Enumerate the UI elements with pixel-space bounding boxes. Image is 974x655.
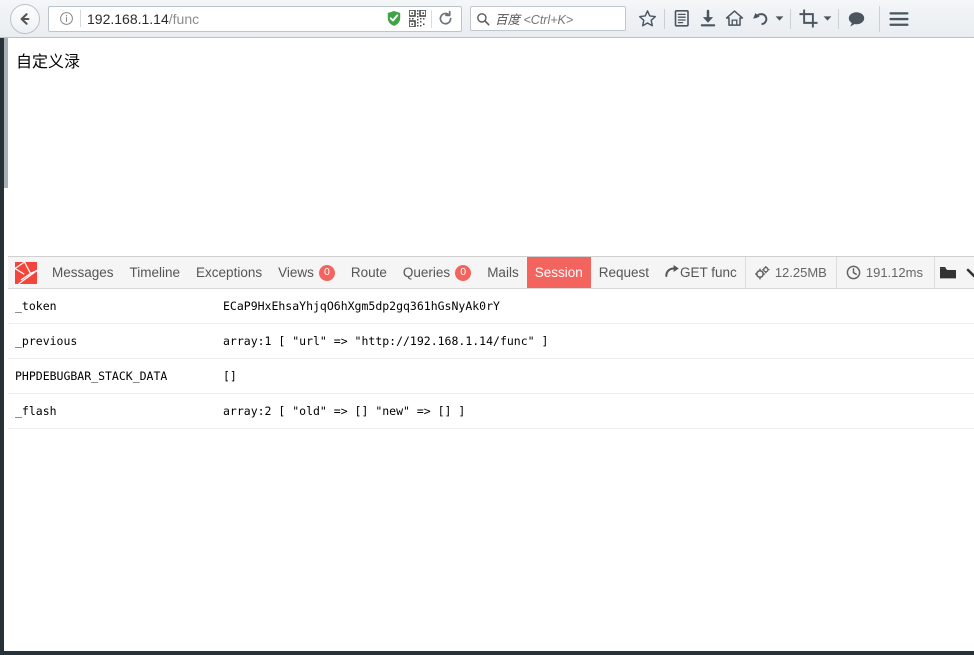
url-host: 192.168.1.14	[87, 11, 169, 27]
page-heading: 自定义渌	[16, 48, 80, 72]
back-button[interactable]	[10, 4, 40, 34]
session-value: array:1 [ "url" => "http://192.168.1.14/…	[223, 324, 974, 348]
screenshot-button[interactable]	[795, 5, 821, 33]
clock-icon	[846, 265, 861, 280]
tab-label: Queries	[403, 265, 450, 280]
tab-label: Mails	[487, 265, 519, 280]
home-button[interactable]	[721, 5, 747, 33]
queries-count-badge: 0	[455, 265, 471, 281]
tab-label: Exceptions	[196, 265, 262, 280]
table-row: PHPDEBUGBAR_STACK_DATA []	[8, 359, 974, 394]
debugbar-tab-timeline[interactable]: Timeline	[122, 257, 189, 288]
session-key: _previous	[8, 324, 223, 348]
open-dataset-folder-button[interactable]	[934, 257, 961, 288]
duration-value: 191.12ms	[866, 265, 923, 280]
search-icon	[476, 12, 490, 26]
url-bar-icons	[386, 10, 457, 28]
session-key: PHPDEBUGBAR_STACK_DATA	[8, 359, 223, 383]
undo-arrow-icon	[751, 9, 770, 28]
comment-button[interactable]	[843, 5, 869, 33]
session-data-panel: _token ECaP9HxEhsaYhjqO6hXgm5dp2gq361hGs…	[8, 289, 974, 650]
debugbar-tab-session[interactable]: Session	[527, 257, 591, 288]
page-viewport: 自定义渌 Messages T	[0, 38, 974, 655]
urlbar-icon-divider	[431, 10, 432, 28]
memory-value: 12.25MB	[775, 265, 827, 280]
tab-label: Timeline	[130, 265, 181, 280]
browser-menu-button[interactable]	[886, 5, 912, 33]
tab-label: Route	[351, 265, 387, 280]
debugbar-tab-views[interactable]: Views 0	[270, 257, 343, 288]
speech-bubble-icon	[847, 10, 866, 28]
crop-icon	[799, 9, 818, 28]
back-arrow-icon	[17, 11, 33, 27]
toolbar-divider	[879, 6, 880, 32]
table-row: _previous array:1 [ "url" => "http://192…	[8, 324, 974, 359]
session-key: _flash	[8, 394, 223, 418]
search-shortcut-hint: <Ctrl+K>	[524, 13, 574, 27]
reload-icon[interactable]	[437, 10, 454, 27]
hamburger-icon	[888, 10, 910, 28]
search-input[interactable]: 百度 <Ctrl+K>	[470, 6, 626, 31]
gears-icon	[755, 266, 770, 280]
share-arrow-icon	[665, 264, 680, 281]
session-value: []	[223, 359, 974, 383]
star-icon	[638, 9, 657, 28]
screenshot-dropdown-button[interactable]	[821, 5, 834, 33]
debugbar-tab-queries[interactable]: Queries 0	[395, 257, 479, 288]
session-key: _token	[8, 289, 223, 313]
table-row: _token ECaP9HxEhsaYhjqO6hXgm5dp2gq361hGs…	[8, 289, 974, 324]
caret-down-icon	[775, 15, 784, 22]
search-placeholder: 百度 <Ctrl+K>	[495, 9, 573, 28]
url-path: /func	[169, 11, 199, 27]
book-icon	[673, 9, 691, 28]
laravel-logo-icon[interactable]	[8, 257, 44, 288]
toolbar-divider	[838, 9, 839, 29]
debugbar-tab-messages[interactable]: Messages	[44, 257, 122, 288]
session-value: array:2 [ "old" => [] "new" => [] ]	[223, 394, 974, 418]
laravel-debugbar: Messages Timeline Exceptions Views 0 Rou…	[8, 256, 974, 651]
undo-dropdown-button[interactable]	[773, 5, 786, 33]
debugbar-current-request[interactable]: GET func	[657, 257, 745, 288]
tab-label: Messages	[52, 265, 114, 280]
session-value: ECaP9HxEhsaYhjqO6hXgm5dp2gq361hGsNyAk0rY	[223, 289, 974, 313]
debugbar-memory-usage: 12.25MB	[745, 257, 836, 288]
caret-down-icon	[823, 15, 832, 22]
reading-list-button[interactable]	[669, 5, 695, 33]
bookmark-star-button[interactable]	[634, 5, 660, 33]
downloads-button[interactable]	[695, 5, 721, 33]
tab-label: Views	[278, 265, 314, 280]
views-count-badge: 0	[319, 265, 335, 281]
undo-button[interactable]	[747, 5, 773, 33]
home-icon	[725, 9, 744, 28]
debugbar-tab-exceptions[interactable]: Exceptions	[188, 257, 270, 288]
tab-label: Request	[599, 265, 649, 280]
url-divider	[80, 10, 81, 27]
chevron-down-icon	[966, 266, 974, 280]
toolbar-divider	[664, 9, 665, 29]
table-row: _flash array:2 [ "old" => [] "new" => []…	[8, 394, 974, 429]
page-info-icon[interactable]	[57, 10, 75, 28]
debugbar-tab-mails[interactable]: Mails	[479, 257, 527, 288]
page-content-area: 自定义渌	[8, 38, 974, 238]
minimize-debugbar-button[interactable]	[961, 257, 974, 288]
green-shield-check-icon[interactable]	[386, 10, 402, 27]
url-bar[interactable]: 192.168.1.14/func	[48, 6, 462, 32]
request-method-and-route: GET func	[680, 265, 737, 280]
search-engine-name: 百度	[495, 13, 520, 27]
qr-code-icon[interactable]	[409, 10, 426, 27]
toolbar-divider	[790, 9, 791, 29]
debugbar-tab-request[interactable]: Request	[591, 257, 657, 288]
debugbar-request-duration: 191.12ms	[836, 257, 932, 288]
debugbar-tab-route[interactable]: Route	[343, 257, 395, 288]
folder-icon	[939, 265, 957, 281]
debugbar-tab-strip: Messages Timeline Exceptions Views 0 Rou…	[8, 256, 974, 289]
url-text[interactable]: 192.168.1.14/func	[87, 10, 386, 28]
browser-toolbar-buttons	[634, 5, 912, 33]
tab-label: Session	[535, 265, 583, 280]
download-arrow-icon	[699, 9, 717, 28]
browser-toolbar: 192.168.1.14/func	[0, 0, 974, 38]
